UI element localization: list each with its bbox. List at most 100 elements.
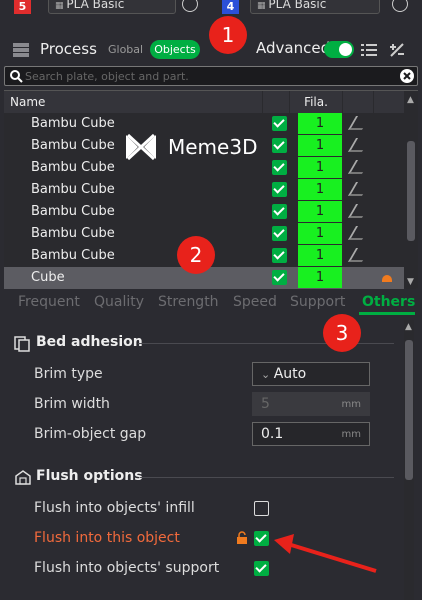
callout-marker: 3: [323, 314, 361, 352]
compare-icon[interactable]: [388, 42, 406, 58]
filament-name: PLA Basic: [268, 0, 327, 11]
flush-support-label: Flush into objects' support: [34, 560, 220, 576]
flush-infill-label: Flush into objects' infill: [34, 500, 195, 516]
tab-others[interactable]: Others: [362, 294, 415, 310]
tab-frequent[interactable]: Frequent: [18, 294, 80, 310]
object-row[interactable]: Bambu Cube 1: [4, 113, 404, 135]
object-filament[interactable]: 1: [298, 135, 342, 156]
modified-settings-icon[interactable]: [382, 275, 392, 282]
object-visible-checkbox[interactable]: [272, 138, 287, 153]
scroll-down-icon[interactable]: ▼: [407, 277, 414, 287]
object-visible-checkbox[interactable]: [272, 226, 287, 241]
search-bar: [4, 66, 418, 86]
brim-gap-label: Brim-object gap: [34, 426, 147, 442]
filament-selector-right[interactable]: ▦ PLA Basic: [250, 0, 380, 14]
watermark-text: Meme3D: [168, 135, 258, 159]
object-filament[interactable]: 1: [298, 113, 342, 134]
object-list-scrollbar[interactable]: ▲ ▼: [406, 91, 416, 289]
bed-adhesion-icon: [14, 336, 30, 352]
scroll-thumb[interactable]: [407, 141, 415, 241]
brim-width-value: 5: [261, 396, 270, 412]
clear-icon[interactable]: [399, 68, 415, 84]
callout-marker: 2: [177, 236, 215, 274]
active-tab-underline: [359, 312, 415, 315]
filament-slot-number: 4: [222, 0, 239, 14]
filament-bar: 5 ▦ PLA Basic 4 ▦ PLA Basic: [0, 0, 422, 18]
edit-settings-icon[interactable]: [347, 138, 371, 152]
filament-settings-icon[interactable]: [392, 0, 408, 12]
filament-slot-number: 5: [14, 0, 31, 14]
object-name: Bambu Cube: [31, 248, 115, 263]
object-visible-checkbox[interactable]: [272, 182, 287, 197]
search-input[interactable]: [25, 68, 385, 84]
column-header-fila[interactable]: Fila.: [290, 91, 342, 113]
column-header-edit[interactable]: [343, 91, 373, 113]
brim-type-select[interactable]: ⌄ Auto: [252, 362, 370, 386]
column-header-extra[interactable]: [374, 91, 404, 113]
column-header-name[interactable]: Name: [4, 91, 262, 113]
scroll-up-icon[interactable]: ▲: [407, 95, 414, 105]
section-title-bed-adhesion: Bed adhesion: [36, 334, 143, 350]
advanced-switch[interactable]: [324, 41, 354, 58]
object-row[interactable]: Bambu Cube 1: [4, 179, 404, 201]
lock-icon[interactable]: [236, 531, 248, 545]
objects-toggle[interactable]: Objects: [150, 40, 200, 59]
flush-object-label: Flush into this object: [34, 530, 180, 546]
flush-object-checkbox[interactable]: [254, 531, 269, 546]
object-filament[interactable]: 1: [298, 157, 342, 178]
filament-selector-left[interactable]: ▦ PLA Basic: [48, 0, 176, 14]
object-visible-checkbox[interactable]: [272, 116, 287, 131]
filament-icon: ▦: [55, 1, 67, 11]
object-name: Bambu Cube: [31, 116, 115, 131]
object-name: Bambu Cube: [31, 138, 115, 153]
column-header-visible[interactable]: [263, 91, 289, 113]
filament-settings-icon[interactable]: [182, 0, 198, 12]
object-visible-checkbox[interactable]: [272, 160, 287, 175]
object-filament[interactable]: 1: [298, 223, 342, 244]
section-title-flush-options: Flush options: [36, 468, 143, 484]
edit-settings-icon[interactable]: [347, 182, 371, 196]
object-name: Bambu Cube: [31, 204, 115, 219]
object-filament[interactable]: 1: [298, 179, 342, 200]
tab-strength[interactable]: Strength: [158, 294, 219, 310]
brim-type-value: Auto: [273, 366, 307, 382]
section-divider: [140, 477, 394, 478]
object-filament[interactable]: 1: [298, 267, 342, 288]
filament-name: PLA Basic: [66, 0, 125, 11]
object-visible-checkbox[interactable]: [272, 270, 287, 285]
global-toggle[interactable]: Global: [108, 43, 143, 56]
scroll-up-icon[interactable]: ▲: [405, 322, 412, 332]
brim-type-label: Brim type: [34, 366, 103, 382]
flush-infill-checkbox[interactable]: [254, 501, 269, 516]
edit-settings-icon[interactable]: [347, 226, 371, 240]
brim-gap-unit: mm: [341, 429, 361, 440]
object-visible-checkbox[interactable]: [272, 204, 287, 219]
settings-scrollbar[interactable]: ▲: [404, 320, 414, 600]
tab-speed[interactable]: Speed: [233, 294, 277, 310]
scroll-thumb[interactable]: [405, 340, 413, 480]
edit-settings-icon[interactable]: [347, 204, 371, 218]
list-icon[interactable]: [360, 42, 378, 58]
flush-support-checkbox[interactable]: [254, 561, 269, 576]
brim-width-input[interactable]: 5 mm: [252, 392, 370, 416]
object-filament[interactable]: 1: [298, 201, 342, 222]
meme3d-logo-icon: [126, 133, 156, 161]
flush-options-icon: [15, 470, 31, 485]
red-arrow-icon: [274, 534, 377, 573]
edit-settings-icon[interactable]: [347, 160, 371, 174]
settings-tabs: Frequent Quality Strength Speed Support …: [4, 290, 418, 316]
filament-icon: ▦: [257, 1, 269, 11]
brim-gap-input[interactable]: 0.1 mm: [252, 422, 370, 446]
search-icon: [10, 70, 23, 83]
brim-width-unit: mm: [341, 399, 361, 410]
brim-width-label: Brim width: [34, 396, 110, 412]
tab-quality[interactable]: Quality: [94, 294, 144, 310]
object-row[interactable]: Bambu Cube 1: [4, 157, 404, 179]
object-row[interactable]: Bambu Cube 1: [4, 201, 404, 223]
tab-support[interactable]: Support: [290, 294, 345, 310]
callout-marker: 1: [209, 16, 247, 54]
edit-settings-icon[interactable]: [347, 116, 371, 130]
object-visible-checkbox[interactable]: [272, 248, 287, 263]
edit-settings-icon[interactable]: [347, 248, 371, 262]
object-filament[interactable]: 1: [298, 245, 342, 266]
